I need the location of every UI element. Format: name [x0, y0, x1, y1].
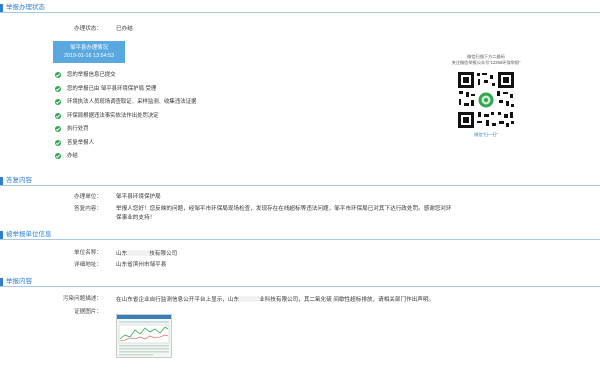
qr-caption-top: 微信扫描下方二维码 关注微信举报公众号“12369环保举报”: [440, 54, 532, 66]
reported-name-label: 单位名称：: [74, 250, 102, 256]
section-title: 举报办理状态: [6, 4, 45, 11]
section-bar: [0, 231, 3, 239]
check-icon: [55, 86, 61, 92]
step-label: 环保局根据违法事实依法作出处罚决定: [67, 113, 159, 119]
section-header-report: 举报内容: [0, 277, 600, 287]
reported-addr-value: 山东省滨州市邹平县: [116, 262, 167, 268]
reported-name-value: 山东 技有限公司: [116, 250, 177, 258]
status-card[interactable]: 邹平县办理情况 2019-01-16 13:54:53: [53, 41, 125, 63]
check-icon: [55, 113, 61, 119]
qr-code-icon: [456, 70, 516, 130]
reported-addr-label: 详细地址：: [74, 262, 102, 268]
section-title: 举报内容: [6, 278, 32, 285]
section-header-reported: 被举报单位信息: [0, 230, 600, 240]
status-card-time: 2019-01-16 13:54:53: [63, 53, 115, 59]
reply-unit-label: 办理单位：: [74, 194, 102, 200]
status-label: 办理状态：: [74, 26, 102, 32]
qr-caption-line: 关注微信举报公众号“12369环保举报”: [451, 60, 521, 65]
section-title: 被举报单位信息: [6, 231, 52, 238]
report-desc-label: 污染问题描述：: [62, 296, 102, 302]
reported-name-suffix: 技有限公司: [149, 251, 178, 257]
check-icon: [55, 72, 61, 78]
redacted-block: [239, 296, 260, 302]
status-value: 已办结: [116, 26, 133, 32]
check-icon: [55, 126, 61, 132]
reply-content-label: 答复内容：: [74, 206, 102, 212]
report-desc-part1: 在山东省企业自行监测信息公开平台上显示，山东: [116, 297, 240, 303]
step-label: 执行处罚: [67, 126, 89, 132]
check-icon: [55, 99, 61, 105]
report-desc-part2: 业科技有限公司，其二氧化硫 间歇性超标排放，请相关部门作出声明。: [259, 297, 435, 303]
step-label: 办结: [67, 153, 78, 159]
redacted-block: [127, 250, 150, 256]
step-label: 您的举报信息已提交: [67, 72, 116, 78]
step-label: 答复举报人: [67, 140, 94, 146]
reported-name-prefix: 山东: [116, 251, 128, 257]
check-icon: [55, 153, 61, 159]
section-header-reply: 答复内容: [0, 176, 600, 186]
reply-unit-value: 邹平县环境保护局: [116, 194, 161, 200]
reply-content-line2: 保事业的支持！: [116, 215, 156, 221]
section-bar: [0, 4, 3, 12]
reply-content-line1: 举报人您好！您反映的问题，经邹平市环保局现场检查，发现存在在线超标等违法问题，邹…: [116, 206, 452, 212]
check-icon: [55, 140, 61, 146]
qr-caption-bottom: 微信“扫一扫”: [474, 132, 498, 137]
report-desc-value: 在山东省企业自行监测信息公开平台上显示，山东 业科技有限公司，其二氧化硫 间歇性超…: [116, 296, 434, 304]
section-bar: [0, 177, 3, 185]
section-header-status: 举报办理状态: [0, 3, 600, 13]
section-bar: [0, 278, 3, 286]
report-evidence-label: 证据图片：: [74, 309, 102, 315]
step-label: 您的举报已由 邹平县环境保护局 受理: [67, 86, 157, 92]
status-card-title: 邹平县办理情况: [70, 45, 108, 51]
evidence-image-thumbnail[interactable]: [116, 314, 172, 358]
step-label: 环境执法人员现场调查取证、采样监测、收集违法证据: [67, 99, 197, 105]
section-title: 答复内容: [6, 177, 32, 184]
